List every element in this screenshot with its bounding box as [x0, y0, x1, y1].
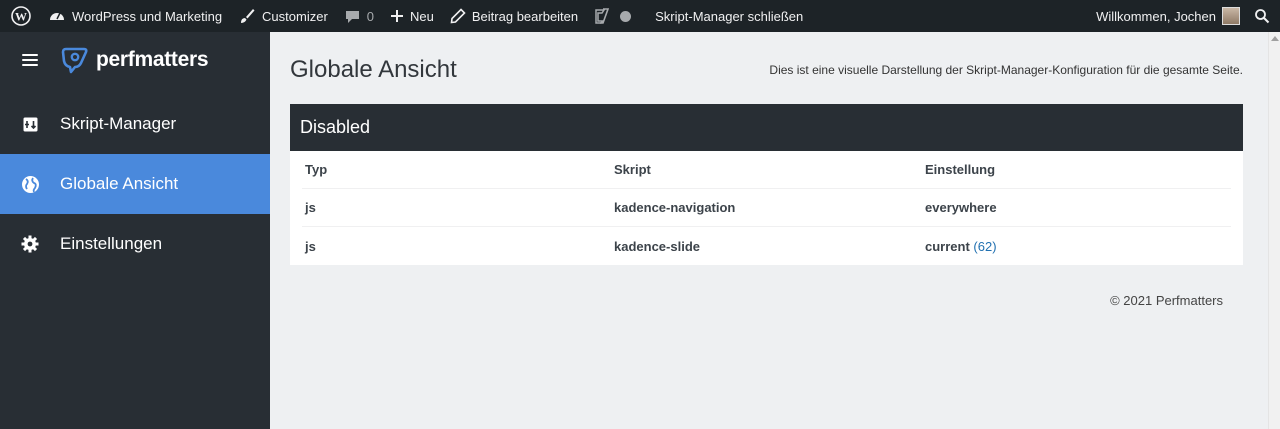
site-name-link[interactable]: WordPress und Marketing [40, 0, 230, 32]
sidebar-item-settings[interactable]: Einstellungen [0, 214, 270, 274]
column-header-setting: Einstellung [925, 162, 996, 177]
customizer-link[interactable]: Customizer [230, 0, 336, 32]
table-row: js kadence-navigation everywhere [302, 189, 1231, 227]
perfmatters-sidebar: perfmatters Skript-Manager Globale Ansic… [0, 32, 270, 429]
new-content-link[interactable]: Neu [382, 0, 442, 32]
greeting-label: Willkommen, Jochen [1096, 8, 1216, 24]
account-menu[interactable]: Willkommen, Jochen [1088, 0, 1248, 32]
seo-score-dot-icon [620, 10, 632, 22]
disabled-panel: Disabled Typ Skript Einstellung js kaden… [290, 104, 1243, 265]
footer-copyright: © 2021 Perfmatters [1110, 293, 1223, 308]
panel-title: Disabled [290, 104, 1243, 151]
sidebar-item-label: Globale Ansicht [60, 174, 179, 193]
menu-toggle-icon[interactable] [22, 54, 38, 66]
row-script: kadence-navigation [614, 200, 736, 215]
gear-icon [20, 234, 40, 254]
close-script-manager-label: Skript-Manager schließen [655, 8, 804, 24]
sidebar-item-global-view[interactable]: Globale Ansicht [0, 154, 270, 214]
column-header-script: Skript [614, 162, 651, 177]
sidebar-item-label: Skript-Manager [60, 114, 177, 133]
customizer-label: Customizer [262, 8, 328, 24]
edit-post-label: Beitrag bearbeiten [471, 8, 579, 24]
row-setting: everywhere [925, 200, 997, 215]
comments-count: 0 [366, 8, 375, 24]
column-header-type: Typ [305, 162, 328, 177]
page-scrollbar[interactable] [1268, 32, 1280, 429]
close-script-manager-link[interactable]: Skript-Manager schließen [639, 0, 811, 32]
table-header-row: Typ Skript Einstellung [302, 151, 1231, 189]
sidebar-item-script-manager[interactable]: Skript-Manager [0, 94, 270, 154]
page-description: Dies ist eine visuelle Darstellung der S… [769, 63, 1243, 77]
scripts-table: Typ Skript Einstellung js kadence-naviga… [290, 151, 1243, 265]
sidebar-item-label: Einstellungen [60, 234, 163, 253]
brush-icon [241, 9, 255, 23]
sidebar-brand: perfmatters [0, 32, 270, 88]
search-button[interactable] [1248, 0, 1280, 32]
scroll-up-arrow-icon[interactable] [1271, 36, 1279, 41]
comments-link[interactable]: 0 [336, 0, 382, 32]
admin-bar: W WordPress und Marketing Customizer 0 N… [0, 0, 1280, 32]
logo-text: perfmatters [96, 48, 209, 71]
svg-text:W: W [15, 10, 27, 24]
page-title: Globale Ansicht [290, 56, 457, 83]
wordpress-logo-button[interactable]: W [2, 0, 40, 32]
globe-icon [20, 174, 40, 194]
row-script: kadence-slide [614, 238, 700, 254]
site-name: WordPress und Marketing [72, 8, 223, 24]
wordpress-icon: W [11, 6, 31, 26]
pencil-icon [450, 8, 466, 24]
yoast-icon [595, 8, 610, 24]
row-type: js [305, 200, 316, 215]
dashboard-icon [50, 12, 64, 20]
row-type: js [305, 238, 316, 254]
search-icon [1255, 9, 1270, 24]
page-header: Globale Ansicht Dies ist eine visuelle D… [290, 56, 1243, 84]
row-setting: current [925, 238, 970, 254]
post-id-link[interactable]: (62) [973, 239, 996, 254]
main-content: Globale Ansicht Dies ist eine visuelle D… [270, 32, 1268, 429]
plus-icon [391, 10, 404, 22]
new-label: Neu [410, 8, 434, 24]
perfmatters-logo-icon [61, 47, 88, 74]
script-manager-icon [20, 114, 40, 134]
row-setting-cell: current (62) [925, 239, 1231, 254]
avatar [1222, 7, 1240, 25]
yoast-seo-menu[interactable] [586, 0, 639, 32]
edit-post-link[interactable]: Beitrag bearbeiten [442, 0, 586, 32]
comment-icon [345, 10, 359, 23]
table-row: js kadence-slide current (62) [302, 227, 1231, 265]
